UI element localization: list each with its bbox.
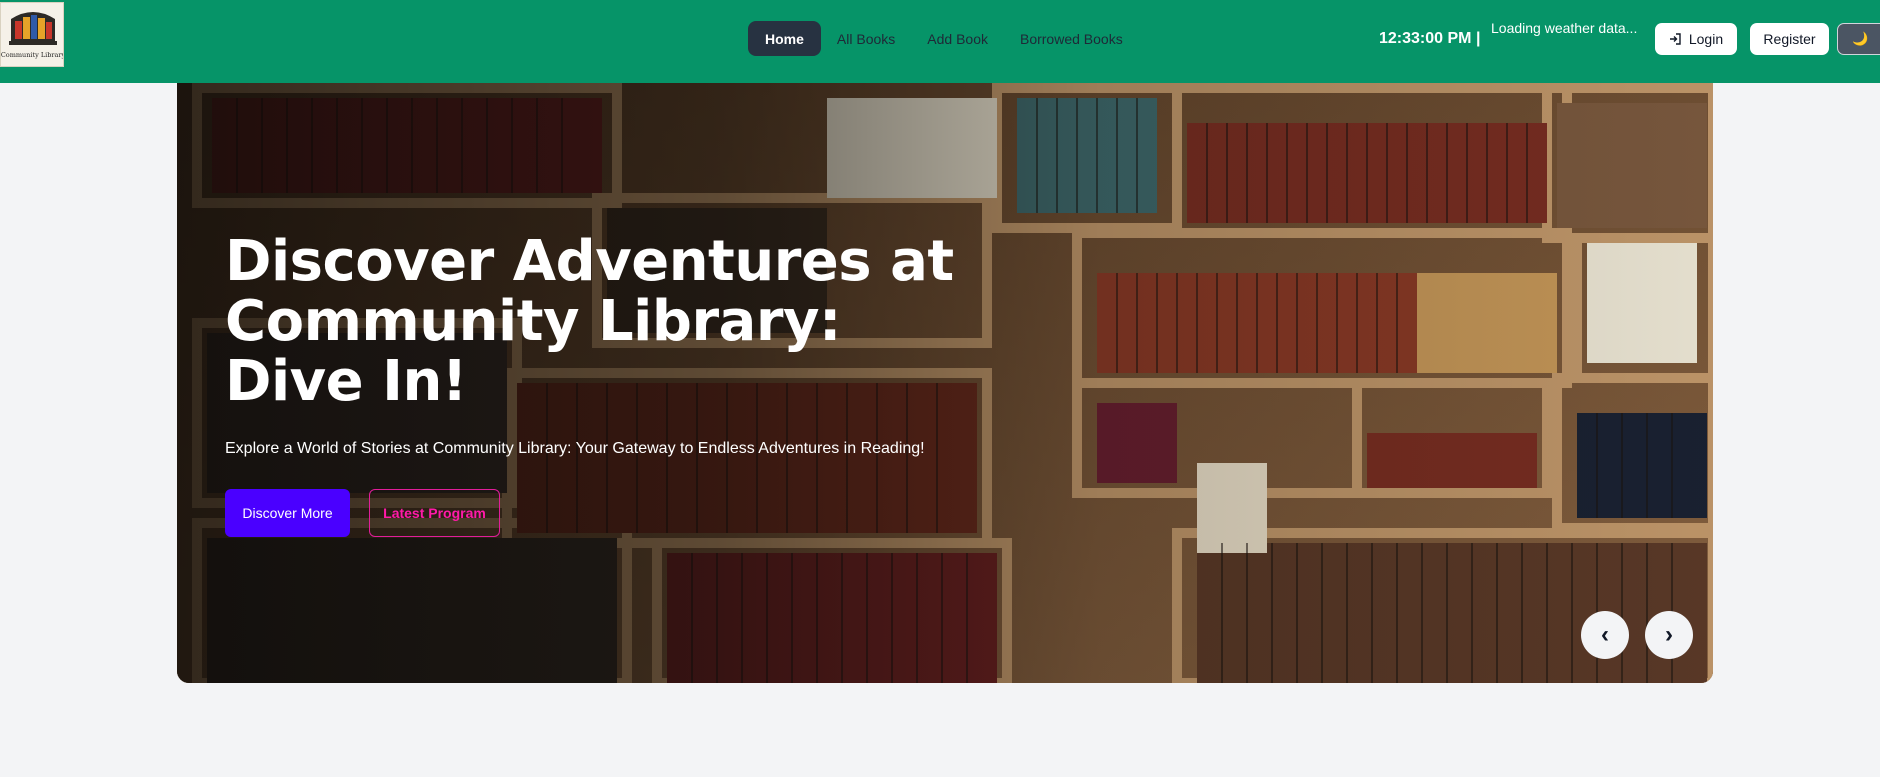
- library-logo-icon: Community Library: [1, 3, 64, 66]
- nav-borrowed-books[interactable]: Borrowed Books: [1004, 21, 1139, 56]
- clock-display: 12:33:00 PM |: [1379, 30, 1481, 47]
- moon-icon: 🌙: [1852, 31, 1869, 46]
- login-label: Login: [1688, 31, 1724, 47]
- hero-carousel: Discover Adventures at Community Library…: [177, 83, 1713, 683]
- login-icon: [1669, 33, 1681, 45]
- register-button[interactable]: Register: [1750, 23, 1829, 55]
- navbar: Community Library Home All Books Add Boo…: [0, 0, 1880, 83]
- logo-caption: Community Library: [1, 51, 64, 59]
- latest-program-button[interactable]: Latest Program: [369, 489, 500, 537]
- library-logo[interactable]: Community Library: [0, 2, 64, 67]
- hero-subtitle: Explore a World of Stories at Community …: [225, 440, 925, 457]
- carousel-next-button[interactable]: ›: [1645, 611, 1693, 659]
- chevron-right-icon: ›: [1665, 621, 1673, 648]
- nav-add-book[interactable]: Add Book: [911, 21, 1004, 56]
- theme-toggle-button[interactable]: 🌙: [1837, 23, 1880, 55]
- chevron-left-icon: ‹: [1601, 621, 1609, 648]
- discover-more-button[interactable]: Discover More: [225, 489, 350, 537]
- nav-all-books[interactable]: All Books: [821, 21, 911, 56]
- nav-home[interactable]: Home: [748, 21, 821, 56]
- carousel-prev-button[interactable]: ‹: [1581, 611, 1629, 659]
- main-nav: Home All Books Add Book Borrowed Books: [748, 21, 1139, 56]
- hero-title: Discover Adventures at Community Library…: [225, 229, 954, 414]
- weather-status: Loading weather data...: [1491, 20, 1638, 36]
- login-button[interactable]: Login: [1655, 23, 1737, 55]
